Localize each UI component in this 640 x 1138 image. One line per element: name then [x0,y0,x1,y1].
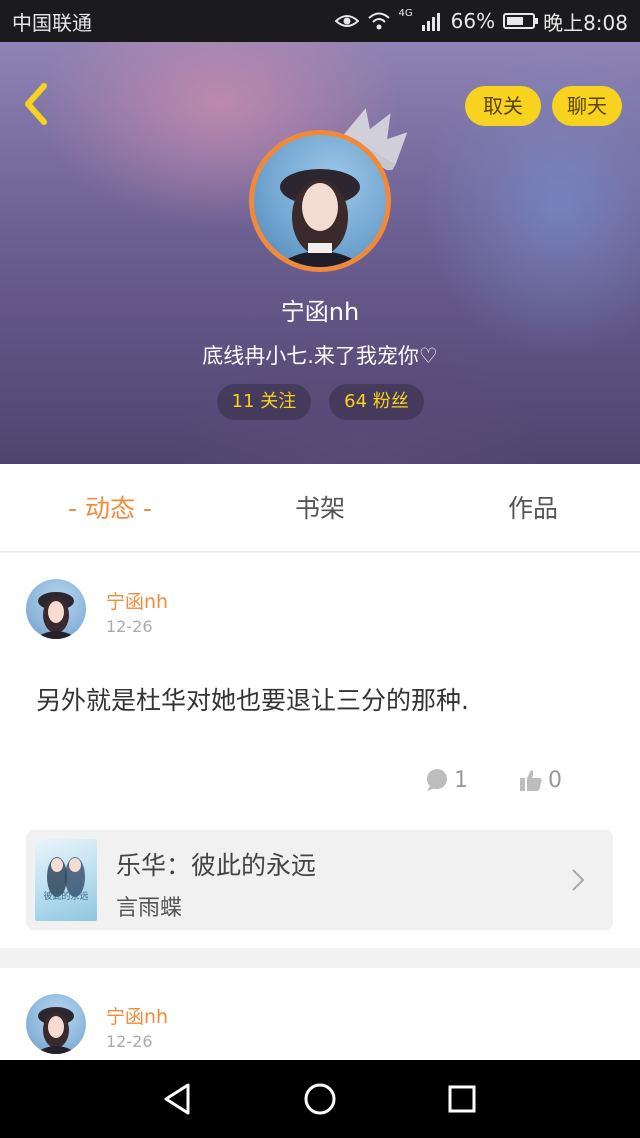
post-actions: 1 0 [424,765,562,795]
chevron-right-icon [572,869,585,891]
wifi-icon [367,12,390,30]
post-card[interactable]: 宁函nh 12-26 [0,968,640,1060]
post-author-avatar[interactable] [26,579,86,639]
book-author: 言雨蝶 [116,896,183,921]
recents-square-icon[interactable] [440,1077,484,1121]
battery-percent: 66% [450,9,496,33]
clock: 晚上8:08 [543,10,628,35]
chat-button[interactable]: 聊天 [552,86,622,126]
post-text: 另外就是杜华对她也要退让三分的那种. [36,686,469,715]
eye-icon [334,15,359,27]
post-author-avatar[interactable] [26,994,86,1054]
book-link-card[interactable]: 彼此的永远 乐华：彼此的永远 言雨蝶 [26,830,613,930]
tab-dynamic[interactable]: - 动态 - [40,464,180,552]
signal-icon [421,13,440,31]
post-card[interactable]: 宁函nh 12-26 另外就是杜华对她也要退让三分的那种. 1 0 彼此的永远 … [0,553,640,948]
profile-header: 取关 聊天 宁函nh 底线冉小七.来了我宠你♡ 11 关注 64 粉丝 [0,42,640,464]
fans-count[interactable]: 64 粉丝 [329,384,424,420]
status-bar: 中国联通 4G 66% 晚上8:08 [0,0,640,42]
avatar-photo [254,135,386,267]
profile-username: 宁函nh [280,298,360,326]
home-circle-icon[interactable] [298,1077,342,1121]
post-date: 12-26 [106,617,153,636]
comment-icon [427,769,447,791]
status-icons: 4G 66% 晚上8:08 [334,7,628,36]
thumbs-up-icon [520,770,542,791]
comment-button[interactable]: 1 [424,767,468,793]
post-author-name[interactable]: 宁函nh [106,1002,168,1029]
unfollow-button[interactable]: 取关 [465,86,541,126]
book-title: 乐华：彼此的永远 [116,851,317,880]
like-count: 0 [548,767,562,793]
back-triangle-icon[interactable] [156,1077,200,1121]
system-nav-bar [0,1060,640,1138]
profile-avatar[interactable] [249,130,391,272]
network-type: 4G [398,7,413,19]
post-author-name[interactable]: 宁函nh [106,587,168,614]
carrier-name: 中国联通 [12,10,92,35]
book-cover-title: 彼此的永远 [43,890,88,902]
tab-works[interactable]: 作品 [463,464,603,552]
battery-icon [503,13,539,29]
book-cover: 彼此的永远 [35,839,97,921]
tab-bookshelf[interactable]: 书架 [250,464,390,552]
comment-count: 1 [454,767,468,793]
following-count[interactable]: 11 关注 [217,384,311,420]
post-date: 12-26 [106,1032,153,1051]
chevron-left-icon[interactable] [14,78,58,130]
profile-tabs: - 动态 - 书架 作品 [0,464,640,552]
like-button[interactable]: 0 [518,767,562,793]
profile-bio: 底线冉小七.来了我宠你♡ [202,344,438,368]
